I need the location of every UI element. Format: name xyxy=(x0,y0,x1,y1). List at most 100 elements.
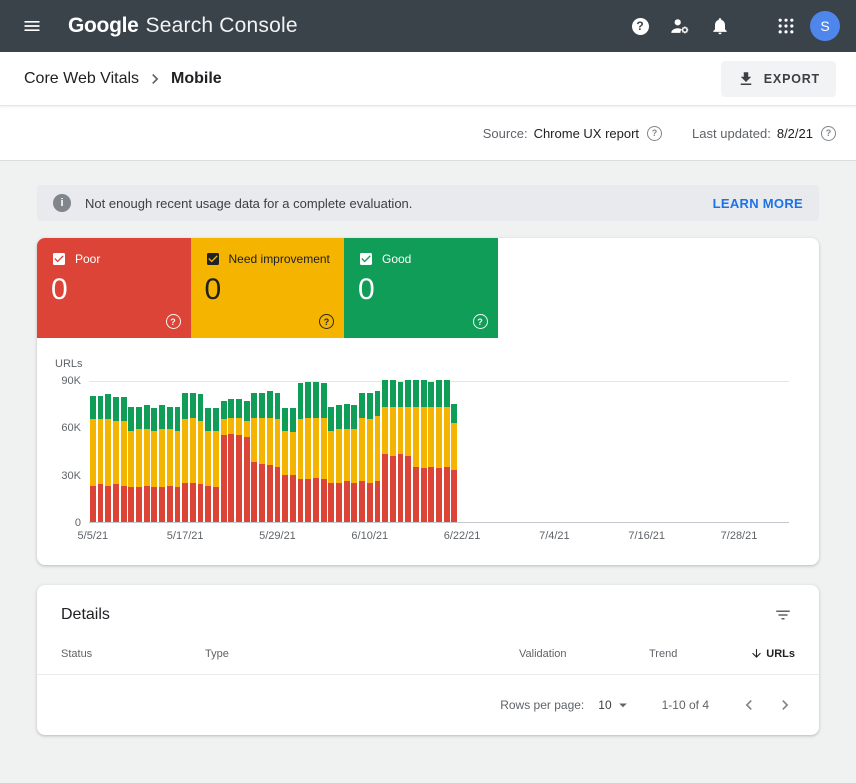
chart-bar[interactable] xyxy=(121,380,127,522)
rows-per-page-select[interactable]: 10 xyxy=(598,696,631,714)
tile-label: Good xyxy=(382,252,411,266)
filter-button[interactable] xyxy=(771,603,795,627)
last-updated-value: 8/2/21 xyxy=(777,126,813,141)
chart-bar[interactable] xyxy=(182,380,188,522)
export-label: EXPORT xyxy=(764,72,820,86)
apps-grid-icon xyxy=(776,16,796,36)
chart-bar[interactable] xyxy=(113,380,119,522)
chart-bar[interactable] xyxy=(190,380,196,522)
chart-bar[interactable] xyxy=(336,380,342,522)
chart-bar[interactable] xyxy=(228,380,234,522)
chart-bar[interactable] xyxy=(436,380,442,522)
column-validation[interactable]: Validation xyxy=(519,648,649,660)
apps-button[interactable] xyxy=(770,10,802,42)
chart-bar[interactable] xyxy=(290,380,296,522)
logo-product-text: Search Console xyxy=(146,14,298,38)
chart-bar[interactable] xyxy=(359,380,365,522)
breadcrumb-section[interactable]: Core Web Vitals xyxy=(24,70,139,88)
export-button[interactable]: EXPORT xyxy=(721,61,836,97)
chart-bar[interactable] xyxy=(213,380,219,522)
chart-bar[interactable] xyxy=(128,380,134,522)
notifications-button[interactable] xyxy=(704,10,736,42)
banner-message: Not enough recent usage data for a compl… xyxy=(85,196,412,211)
chart-bar[interactable] xyxy=(298,380,304,522)
status-tile-need-improvement[interactable]: Need improvement 0 ? xyxy=(191,238,345,338)
chart-bar[interactable] xyxy=(421,380,427,522)
chart-bar[interactable] xyxy=(244,380,250,522)
chevron-right-icon xyxy=(775,695,795,715)
app-logo[interactable]: Google Search Console xyxy=(68,14,298,38)
chart-bar[interactable] xyxy=(305,380,311,522)
chart-bar[interactable] xyxy=(151,380,157,522)
chart-bar[interactable] xyxy=(221,380,227,522)
chart-bar[interactable] xyxy=(136,380,142,522)
chart-bar[interactable] xyxy=(259,380,265,522)
tile-value: 0 xyxy=(358,275,486,305)
column-type[interactable]: Type xyxy=(205,648,519,660)
chart-bar[interactable] xyxy=(144,380,150,522)
chart-bar[interactable] xyxy=(413,380,419,522)
chart-bar[interactable] xyxy=(159,380,165,522)
learn-more-link[interactable]: LEARN MORE xyxy=(713,196,803,211)
chart-bar[interactable] xyxy=(321,380,327,522)
chart-bar[interactable] xyxy=(236,380,242,522)
chart-bar[interactable] xyxy=(90,380,96,522)
chart-bar[interactable] xyxy=(351,380,357,522)
avatar[interactable]: S xyxy=(810,11,840,41)
details-table-header: Status Type Validation Trend URLs xyxy=(37,639,819,674)
chart-bar[interactable] xyxy=(375,380,381,522)
app-bar: Google Search Console ? xyxy=(0,0,856,52)
x-tick-label: 6/10/21 xyxy=(351,530,388,542)
chart-bar[interactable] xyxy=(405,380,411,522)
chart-bar[interactable] xyxy=(282,380,288,522)
help-icon[interactable]: ? xyxy=(473,314,488,329)
chart-bar[interactable] xyxy=(451,380,457,522)
column-trend[interactable]: Trend xyxy=(649,648,739,660)
chart-bar[interactable] xyxy=(390,380,396,522)
source-help-icon[interactable]: ? xyxy=(647,126,662,141)
chart-bar[interactable] xyxy=(367,380,373,522)
chart-bar[interactable] xyxy=(251,380,257,522)
source-value: Chrome UX report xyxy=(534,126,639,141)
x-tick-label: 6/22/21 xyxy=(444,530,481,542)
x-tick-label: 7/16/21 xyxy=(628,530,665,542)
x-tick-label: 5/29/21 xyxy=(259,530,296,542)
chart-bar[interactable] xyxy=(344,380,350,522)
chart-bar[interactable] xyxy=(313,380,319,522)
help-icon[interactable]: ? xyxy=(319,314,334,329)
chart-bar[interactable] xyxy=(328,380,334,522)
next-page-button[interactable] xyxy=(767,687,803,723)
dropdown-caret-icon xyxy=(614,696,632,714)
menu-button[interactable] xyxy=(16,10,48,42)
chart-bar[interactable] xyxy=(398,380,404,522)
help-button[interactable]: ? xyxy=(624,10,656,42)
last-updated-help-icon[interactable]: ? xyxy=(821,126,836,141)
column-urls-sorted[interactable]: URLs xyxy=(739,647,795,660)
tile-value: 0 xyxy=(51,275,179,305)
chart-bar[interactable] xyxy=(175,380,181,522)
chart-bar[interactable] xyxy=(382,380,388,522)
chevron-left-icon xyxy=(739,695,759,715)
checkbox-checked-icon[interactable] xyxy=(51,251,67,267)
chart-plot[interactable] xyxy=(89,381,789,523)
chart-bar[interactable] xyxy=(98,380,104,522)
checkbox-checked-icon[interactable] xyxy=(358,251,374,267)
column-status[interactable]: Status xyxy=(61,648,205,660)
chart-bar[interactable] xyxy=(205,380,211,522)
user-settings-button[interactable] xyxy=(664,10,696,42)
chart-bar[interactable] xyxy=(198,380,204,522)
chart-bar[interactable] xyxy=(428,380,434,522)
chart-bar[interactable] xyxy=(167,380,173,522)
previous-page-button[interactable] xyxy=(731,687,767,723)
details-title: Details xyxy=(61,606,110,624)
checkbox-checked-icon[interactable] xyxy=(205,251,221,267)
filter-icon xyxy=(774,606,792,624)
y-axis-labels: 90K60K30K0 xyxy=(37,381,81,523)
chart-bar[interactable] xyxy=(444,380,450,522)
status-tile-good[interactable]: Good 0 ? xyxy=(344,238,498,338)
status-tile-poor[interactable]: Poor 0 ? xyxy=(37,238,191,338)
help-icon[interactable]: ? xyxy=(166,314,181,329)
chart-bar[interactable] xyxy=(275,380,281,522)
chart-bar[interactable] xyxy=(105,380,111,522)
chart-bar[interactable] xyxy=(267,380,273,522)
